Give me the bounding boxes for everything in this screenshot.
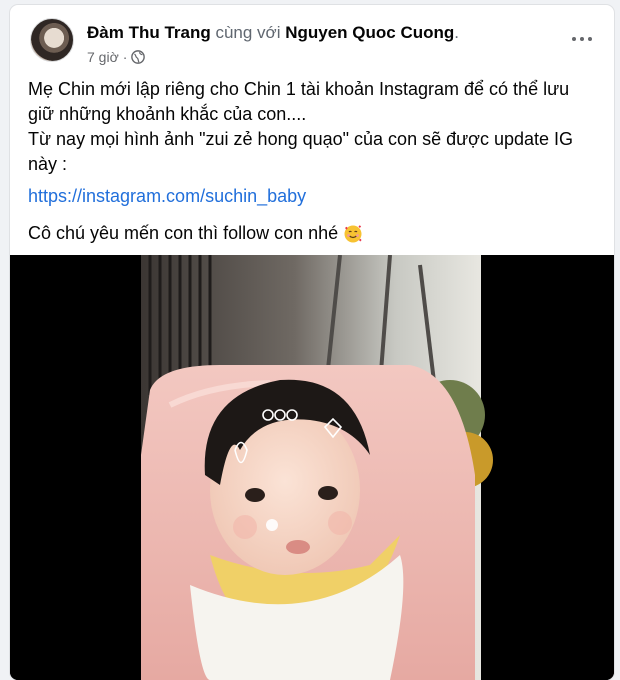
author-line: Đàm Thu Trang cùng với Nguyen Quoc Cuong… — [87, 23, 459, 43]
more-options-button[interactable] — [564, 27, 600, 51]
more-horizontal-icon — [572, 37, 576, 41]
timestamp[interactable]: 7 giờ — [87, 49, 119, 65]
post-photo[interactable] — [10, 255, 614, 680]
more-dot — [588, 37, 592, 41]
facebook-post: Đàm Thu Trang cùng với Nguyen Quoc Cuong… — [10, 5, 614, 680]
more-dot — [580, 37, 584, 41]
post-body: Mẹ Chin mới lập riêng cho Chin 1 tài kho… — [28, 77, 598, 177]
with-text: cùng với — [215, 23, 281, 42]
globe-icon[interactable] — [131, 50, 146, 64]
tagged-name[interactable]: Nguyen Quoc Cuong — [285, 23, 454, 42]
trailing-punct: . — [454, 23, 459, 42]
closing-line: Cô chú yêu mến con thì follow con nhé — [28, 223, 363, 244]
avatar[interactable] — [30, 18, 74, 62]
closing-text: Cô chú yêu mến con thì follow con nhé — [28, 223, 339, 243]
baby-photo-frame — [141, 255, 493, 680]
body-line-2: Từ nay mọi hình ảnh "zui zẻ hong quạo" c… — [28, 129, 574, 174]
post-meta: 7 giờ · — [87, 49, 146, 65]
author-name[interactable]: Đàm Thu Trang — [87, 23, 211, 42]
meta-separator: · — [122, 49, 128, 65]
instagram-link[interactable]: https://instagram.com/suchin_baby — [28, 186, 306, 207]
body-line-1: Mẹ Chin mới lập riêng cho Chin 1 tài kho… — [28, 79, 570, 124]
post-header: Đàm Thu Trang cùng với Nguyen Quoc Cuong… — [10, 5, 614, 75]
smiling-face-with-hearts-icon — [343, 224, 363, 244]
